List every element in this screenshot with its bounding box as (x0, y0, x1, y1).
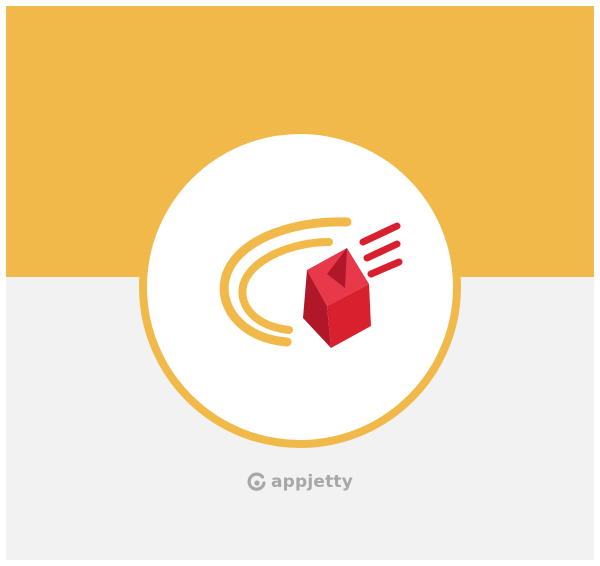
speed-line-3 (367, 258, 403, 278)
shipping-box-delivery-icon (219, 217, 403, 348)
speed-line-1 (359, 222, 401, 246)
brand-icon-dot (254, 480, 260, 486)
appjetty-logo-icon (247, 472, 266, 491)
brand-footer: appjetty (6, 468, 594, 496)
brand-name: appjetty (270, 472, 354, 492)
speed-line-2 (363, 240, 401, 262)
product-banner: appjetty (6, 6, 594, 560)
product-logo-badge (139, 126, 461, 448)
